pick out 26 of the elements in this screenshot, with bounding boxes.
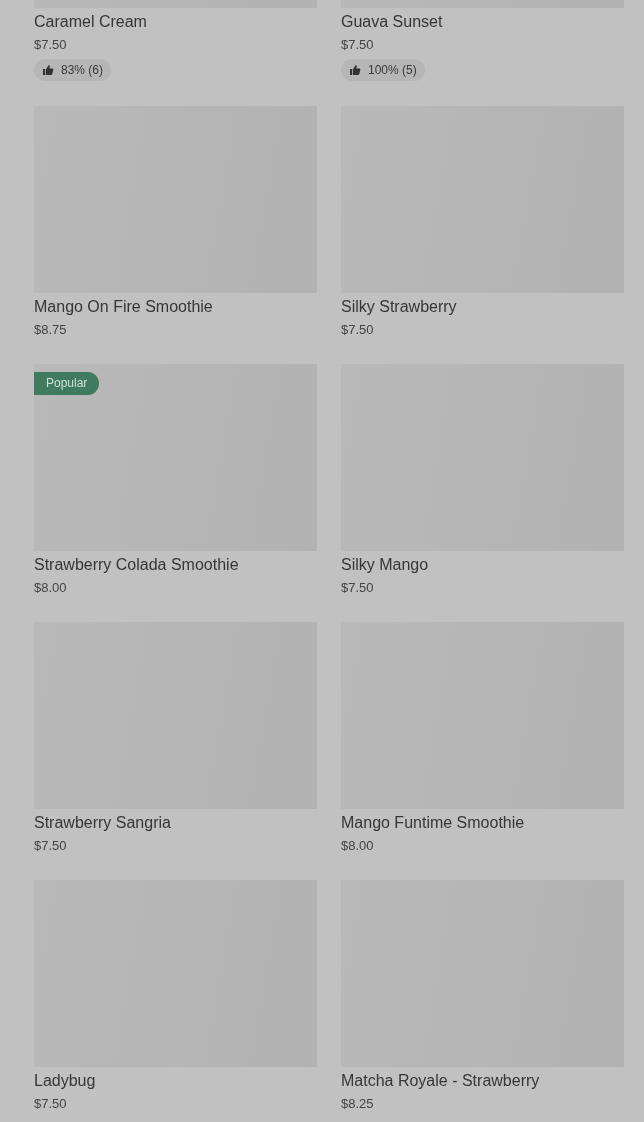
product-name: Matcha Royale - Strawberry (341, 1071, 540, 1091)
rating-text: 83% (6) (61, 63, 104, 77)
popular-badge: Popular (34, 372, 100, 395)
image-placeholder[interactable]: Popular (34, 364, 317, 551)
product-name: Strawberry Colada Smoothie (34, 555, 239, 575)
product-price: $7.50 (341, 321, 374, 339)
product-price: $7.50 (341, 579, 374, 597)
product-price: $8.00 (34, 579, 67, 597)
product-name: Mango Funtime Smoothie (341, 813, 525, 833)
product-price: $8.25 (341, 1095, 374, 1113)
product-name: Silky Strawberry (341, 297, 457, 317)
product-price: $8.75 (34, 321, 67, 339)
thumbs-up-icon (42, 64, 54, 76)
thumbs-up-icon (349, 64, 361, 76)
product-name: Caramel Cream (34, 12, 147, 32)
product-price: $7.50 (34, 837, 67, 855)
product-name: Guava Sunset (341, 12, 443, 32)
product-name: Strawberry Sangria (34, 813, 171, 833)
product-price: $8.00 (341, 837, 374, 855)
product-name: Mango On Fire Smoothie (34, 297, 213, 317)
product-price: $7.50 (341, 36, 374, 54)
product-name: Ladybug (34, 1071, 96, 1091)
product-price: $7.50 (34, 1095, 67, 1113)
product-name: Silky Mango (341, 555, 429, 575)
rating-text: 100% (5) (368, 63, 417, 77)
product-price: $7.50 (34, 36, 67, 54)
